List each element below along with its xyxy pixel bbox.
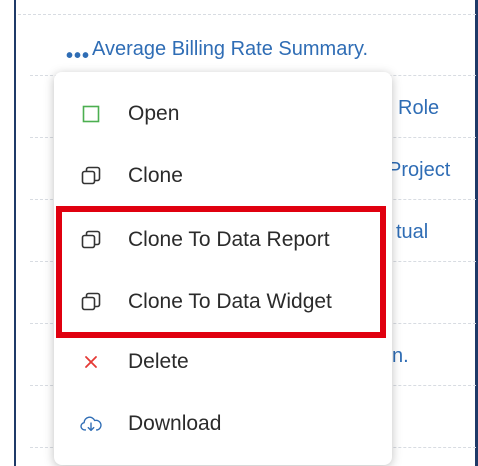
report-link-fragment[interactable]: tual	[396, 221, 428, 244]
menu-item-label: Clone To Data Widget	[128, 290, 332, 313]
clone-icon	[80, 165, 102, 187]
menu-item-download[interactable]: Download	[54, 393, 392, 455]
report-link-fragment[interactable]: Role	[398, 97, 439, 120]
report-link-fragment[interactable]: Project	[388, 159, 450, 182]
more-options-icon[interactable]: •••	[66, 46, 90, 66]
cloud-download-icon	[80, 413, 102, 435]
menu-item-delete[interactable]: Delete	[54, 331, 392, 393]
report-list-panel: ••• Average Billing Rate Summary. Role P…	[0, 0, 478, 466]
delete-x-icon	[80, 351, 102, 373]
open-square-icon	[80, 103, 102, 125]
menu-item-clone[interactable]: Clone	[54, 145, 392, 207]
menu-item-label: Open	[128, 102, 180, 125]
menu-item-label: Download	[128, 412, 222, 435]
report-link[interactable]: Average Billing Rate Summary.	[92, 38, 368, 61]
menu-item-label: Clone To Data Report	[128, 228, 330, 251]
menu-item-label: Delete	[128, 350, 189, 373]
menu-item-label: Clone	[128, 164, 183, 187]
menu-item-clone-to-data-widget[interactable]: Clone To Data Widget	[54, 271, 392, 333]
clone-icon	[80, 229, 102, 251]
menu-item-clone-to-data-report[interactable]: Clone To Data Report	[54, 209, 392, 271]
menu-item-open[interactable]: Open	[54, 83, 392, 145]
panel-left-border	[14, 0, 16, 466]
clone-icon	[80, 291, 102, 313]
report-link-fragment[interactable]: n.	[392, 345, 409, 368]
context-menu: Open Clone Clone To Data Report Clone To…	[54, 72, 392, 465]
